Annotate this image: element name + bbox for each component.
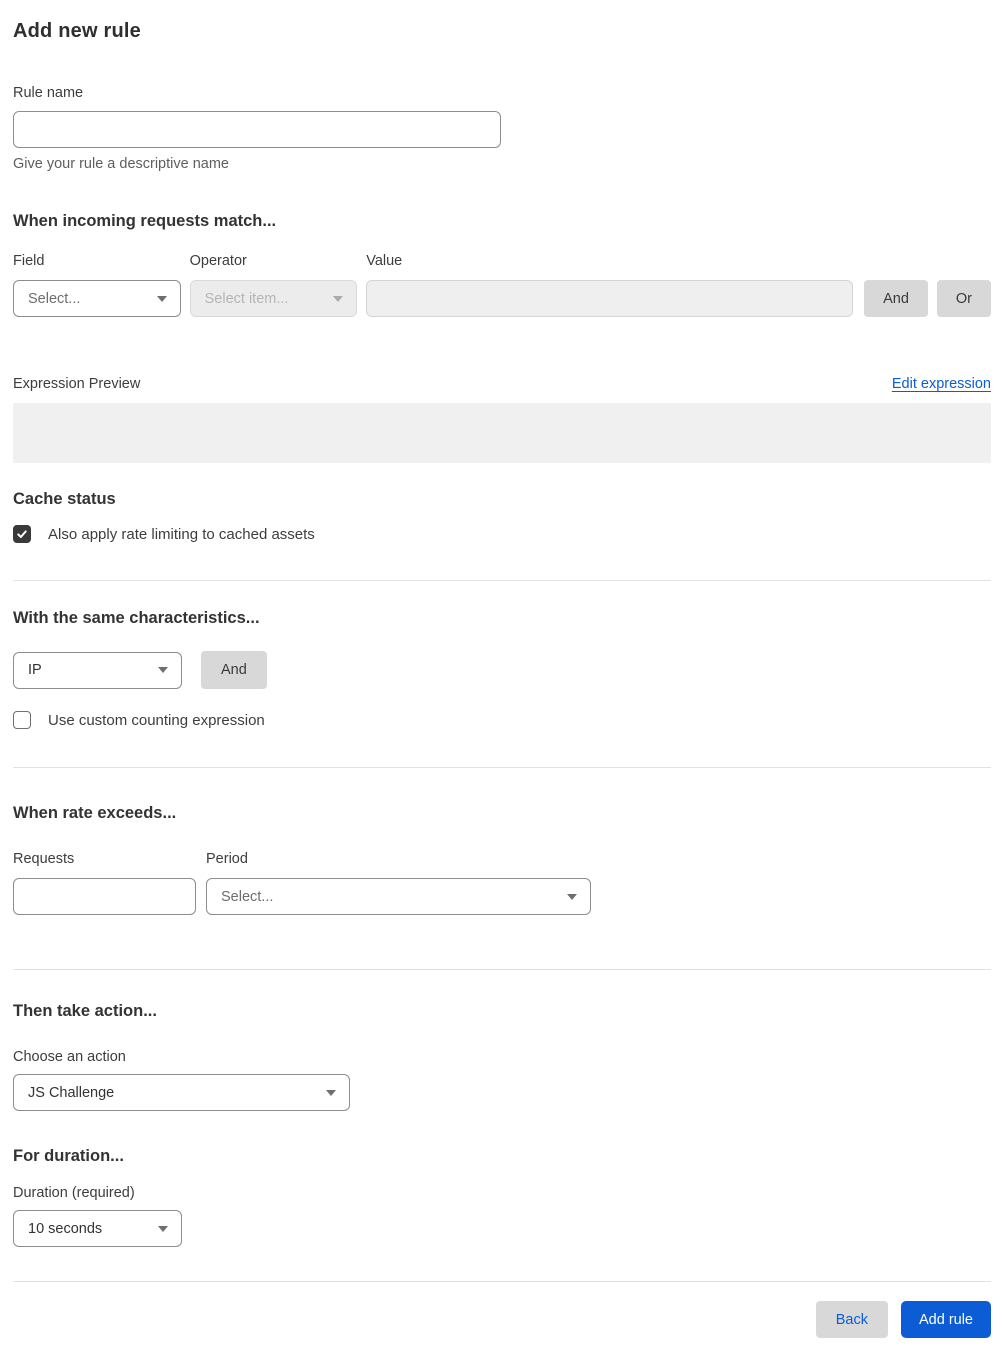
field-group: Field Select... <box>13 253 181 317</box>
check-icon <box>17 530 27 538</box>
value-label: Value <box>366 253 403 269</box>
and-button[interactable]: And <box>864 280 928 317</box>
requests-group: Requests <box>13 851 196 915</box>
characteristics-row: IP And <box>13 651 991 689</box>
section-divider <box>13 969 991 970</box>
cached-assets-label: Also apply rate limiting to cached asset… <box>48 525 315 543</box>
cache-checkbox-row: Also apply rate limiting to cached asset… <box>13 525 991 543</box>
period-select-placeholder: Select... <box>221 888 274 905</box>
expression-preview-label: Expression Preview <box>13 376 141 392</box>
rule-name-helper: Give your rule a descriptive name <box>13 156 229 172</box>
add-rule-form: Add new rule Rule name Give your rule a … <box>0 0 1002 1350</box>
chevron-down-icon <box>158 667 168 673</box>
requests-label: Requests <box>13 851 75 867</box>
rule-name-label: Rule name <box>13 85 84 101</box>
operator-label: Operator <box>189 253 247 269</box>
action-select-value: JS Challenge <box>28 1084 115 1101</box>
period-select[interactable]: Select... <box>206 878 591 915</box>
section-divider <box>13 767 991 768</box>
match-row: Field Select... Operator Select item... … <box>13 253 991 317</box>
custom-counting-checkbox[interactable] <box>13 711 31 729</box>
characteristic-select[interactable]: IP <box>13 651 182 689</box>
field-label: Field <box>13 253 45 269</box>
characteristic-and-button[interactable]: And <box>201 651 267 689</box>
chevron-down-icon <box>567 893 577 900</box>
add-rule-button[interactable]: Add rule <box>900 1301 991 1338</box>
period-group: Period Select... <box>206 851 591 915</box>
value-group: Value <box>366 253 854 317</box>
chevron-down-icon <box>158 1225 168 1232</box>
characteristics-heading: With the same characteristics... <box>13 609 260 627</box>
chevron-down-icon <box>333 295 344 302</box>
operator-select-placeholder: Select item... <box>204 290 289 307</box>
rate-heading: When rate exceeds... <box>13 804 177 822</box>
duration-select[interactable]: 10 seconds <box>13 1210 182 1247</box>
edit-expression-link[interactable]: Edit expression <box>892 376 991 392</box>
duration-select-value: 10 seconds <box>28 1220 103 1237</box>
operator-group: Operator Select item... <box>189 253 358 317</box>
page-title: Add new rule <box>13 20 141 42</box>
rule-name-input[interactable] <box>13 111 501 148</box>
chevron-down-icon <box>326 1089 336 1096</box>
field-select-placeholder: Select... <box>28 290 81 307</box>
chevron-down-icon <box>156 295 167 302</box>
section-divider <box>13 580 991 581</box>
cache-status-heading: Cache status <box>13 490 116 508</box>
field-select[interactable]: Select... <box>13 280 181 317</box>
rule-name-section: Rule name Give your rule a descriptive n… <box>13 85 991 172</box>
rate-row: Requests Period Select... <box>13 851 991 915</box>
footer: Back Add rule <box>13 1301 991 1338</box>
back-button[interactable]: Back <box>815 1301 888 1338</box>
operator-select: Select item... <box>189 280 358 317</box>
counting-expression-row: Use custom counting expression <box>13 711 991 729</box>
footer-divider <box>13 1281 991 1282</box>
expression-header: Expression Preview Edit expression <box>13 376 991 392</box>
characteristic-select-value: IP <box>28 662 42 678</box>
requests-input[interactable] <box>13 878 196 915</box>
value-input <box>366 280 854 317</box>
period-label: Period <box>206 851 248 867</box>
action-label: Choose an action <box>13 1049 126 1065</box>
duration-heading: For duration... <box>13 1147 124 1165</box>
duration-label: Duration (required) <box>13 1185 135 1201</box>
match-heading: When incoming requests match... <box>13 212 277 230</box>
expression-preview-box <box>13 403 991 463</box>
action-select[interactable]: JS Challenge <box>13 1074 350 1111</box>
custom-counting-label: Use custom counting expression <box>48 711 265 729</box>
action-heading: Then take action... <box>13 1002 157 1020</box>
cached-assets-checkbox[interactable] <box>13 525 31 543</box>
or-button[interactable]: Or <box>936 280 991 317</box>
